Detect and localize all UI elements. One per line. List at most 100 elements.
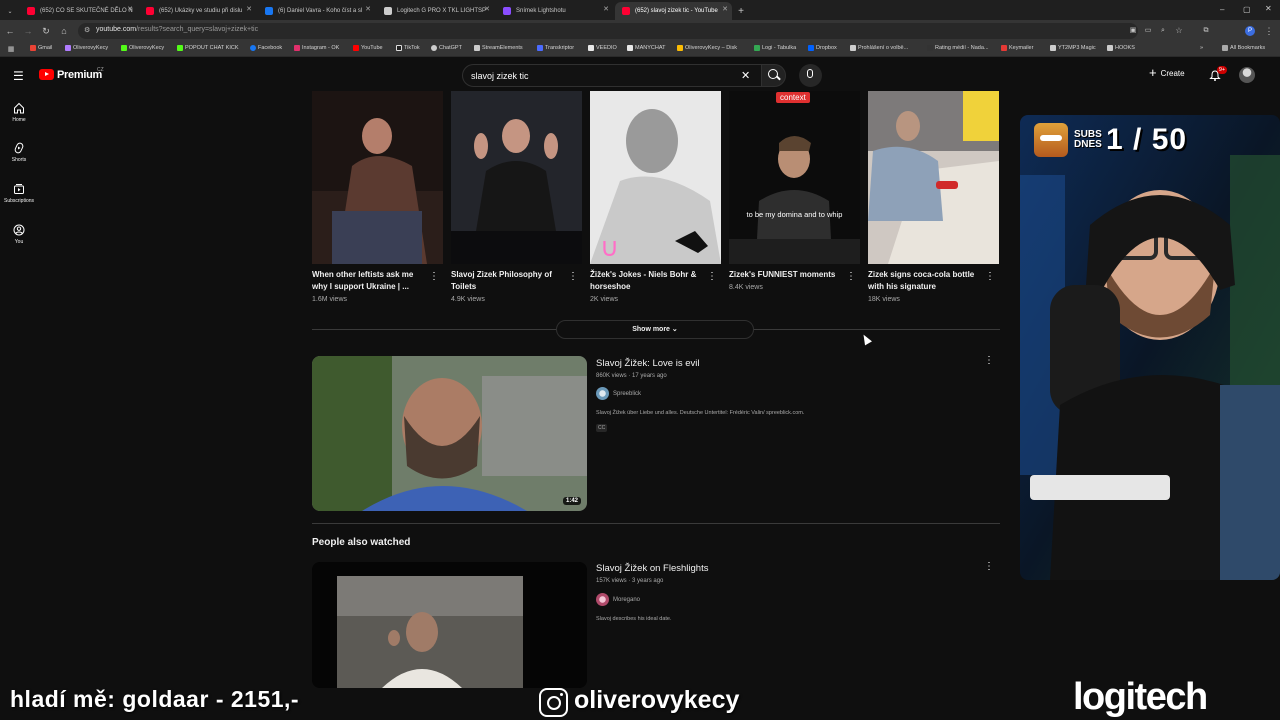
browser-tab-active[interactable]: (652) slavoj zizek tic - YouTube ✕: [615, 2, 732, 20]
maximize-icon[interactable]: ▢: [1243, 5, 1251, 14]
microphone-icon[interactable]: [807, 69, 813, 78]
more-options-icon[interactable]: ⋮: [846, 272, 856, 282]
home-button-icon[interactable]: ⌂: [58, 25, 70, 37]
short-thumbnail[interactable]: [451, 91, 582, 264]
extension-icon[interactable]: ▣: [1127, 25, 1139, 37]
bookmark-item[interactable]: Gmail: [30, 45, 52, 51]
bookmark-item[interactable]: TikTok: [396, 45, 420, 51]
menu-icon[interactable]: ☰: [13, 70, 24, 82]
zoom-icon[interactable]: ⌕: [1157, 25, 1169, 37]
bookmark-item[interactable]: OliverovyKecy – Disk: [677, 45, 737, 51]
short-title[interactable]: Zizek signs coca-cola bottle with his si…: [868, 269, 980, 293]
short-thumbnail[interactable]: [312, 91, 443, 264]
close-tab-icon[interactable]: ✕: [127, 5, 133, 13]
more-options-icon[interactable]: ⋮: [707, 272, 717, 282]
browser-menu-icon[interactable]: ⋮: [1263, 25, 1275, 37]
more-options-icon[interactable]: ⋮: [429, 272, 439, 282]
guide-subscriptions[interactable]: Subscriptions: [0, 183, 38, 204]
account-avatar[interactable]: [1239, 67, 1255, 83]
url-text[interactable]: youtube.com/results?search_query=slavoj+…: [96, 26, 258, 33]
guide-shorts[interactable]: Shorts: [0, 142, 38, 163]
browser-tab[interactable]: Snímek Lightshotu ✕: [496, 2, 613, 20]
bookmark-item[interactable]: Rating médií - Nada...: [927, 45, 989, 51]
guide-you[interactable]: You: [0, 224, 38, 245]
bookmark-item[interactable]: Keymailer: [1001, 45, 1033, 51]
forward-icon[interactable]: →: [22, 25, 34, 37]
bookmark-item[interactable]: ChatGPT: [431, 45, 462, 51]
channel-avatar[interactable]: [596, 593, 609, 606]
short-thumbnail[interactable]: [868, 91, 999, 264]
cast-icon[interactable]: ▭: [1142, 25, 1154, 37]
bookmark-item[interactable]: YT2MP3 Magic: [1050, 45, 1096, 51]
bookmark-item[interactable]: MANYCHAT: [627, 45, 665, 51]
browser-tab[interactable]: (652) Ukázky ve studiu při dislu ✕: [139, 2, 256, 20]
channel-name[interactable]: Moregano: [613, 597, 640, 603]
profile-icon[interactable]: P: [1245, 26, 1255, 36]
close-tab-icon[interactable]: ✕: [484, 5, 490, 13]
close-window-icon[interactable]: ✕: [1265, 4, 1272, 13]
short-title[interactable]: Žižek's Jokes - Niels Bohr & horseshoe: [590, 269, 702, 293]
more-options-icon[interactable]: ⋮: [568, 272, 578, 282]
bookmark-item[interactable]: HOOKS: [1107, 45, 1135, 51]
close-tab-icon[interactable]: ✕: [246, 5, 252, 13]
video-title[interactable]: Slavoj Žižek: Love is evil: [596, 358, 699, 369]
video-thumbnail[interactable]: 1:42: [312, 356, 587, 511]
bookmark-item[interactable]: OliverovyKecy: [65, 45, 108, 51]
reload-icon[interactable]: ↻: [40, 25, 52, 37]
search-query[interactable]: slavoj zizek tic: [471, 71, 529, 81]
bookmark-item[interactable]: Transkriptor: [537, 45, 574, 51]
search-icon[interactable]: [768, 69, 778, 79]
channel-avatar[interactable]: [596, 387, 609, 400]
more-options-icon[interactable]: ⋮: [984, 356, 994, 366]
short-title[interactable]: Zizek's FUNNIEST moments: [729, 269, 841, 281]
minimize-icon[interactable]: –: [1220, 5, 1224, 14]
svg-text:∪: ∪: [600, 233, 619, 263]
bookmark-item[interactable]: Facebook: [250, 45, 282, 51]
site-info-icon[interactable]: ⚙: [84, 26, 90, 34]
bookmark-item[interactable]: VEEDIO: [588, 45, 617, 51]
bookmark-item[interactable]: Prohlášení o volbě...: [850, 45, 908, 51]
close-tab-icon[interactable]: ✕: [722, 5, 728, 13]
bookmark-item[interactable]: Dropbox: [808, 45, 837, 51]
keymailer-icon: [1001, 45, 1007, 51]
browser-tab[interactable]: Logitech G PRO X TKL LIGHTSP ✕: [377, 2, 494, 20]
short-views: 18K views: [868, 296, 900, 303]
back-icon[interactable]: ←: [4, 25, 16, 37]
all-bookmarks-button[interactable]: All Bookmarks: [1222, 45, 1265, 51]
browser-tab[interactable]: (652) CO SE SKUTEČNÉ DĚLO N ✕: [20, 2, 137, 20]
country-code: CZ: [97, 67, 104, 73]
clear-search-icon[interactable]: ✕: [741, 69, 750, 82]
bookmark-item[interactable]: OliverovyKecy: [121, 45, 164, 51]
youtube-logo-icon[interactable]: [39, 69, 54, 80]
plus-icon: +: [1149, 65, 1157, 80]
bookmark-star-icon[interactable]: ☆: [1173, 25, 1185, 37]
browser-tab[interactable]: (6) Daniel Vavra - Koho číst a sl ✕: [258, 2, 375, 20]
show-more-button[interactable]: Show more ⌄: [556, 320, 754, 339]
channel-name[interactable]: Spreeblick: [613, 391, 641, 397]
tab-list-button[interactable]: ⌄: [2, 2, 18, 20]
short-title[interactable]: When other leftists ask me why I support…: [312, 269, 424, 293]
video-duration: 1:42: [562, 497, 581, 505]
short-thumbnail[interactable]: ∪: [590, 91, 721, 264]
video-thumbnail[interactable]: [312, 562, 587, 688]
bookmark-item[interactable]: POPOUT CHAT KICK: [177, 45, 238, 51]
new-tab-button[interactable]: +: [734, 2, 748, 20]
more-options-icon[interactable]: ⋮: [984, 562, 994, 572]
short-title[interactable]: Slavoj Zizek Philosophy of Toilets: [451, 269, 563, 293]
youtube-brand[interactable]: Premium: [57, 69, 102, 81]
more-options-icon[interactable]: ⋮: [985, 272, 995, 282]
video-title[interactable]: Slavoj Žižek on Fleshlights: [596, 563, 708, 574]
short-thumbnail[interactable]: context to be my domina and to whip: [729, 91, 860, 264]
apps-grid-icon[interactable]: ▦: [5, 44, 17, 56]
bookmark-item[interactable]: YouTube: [353, 45, 383, 51]
create-button[interactable]: + Create: [1149, 65, 1185, 80]
guide-home[interactable]: Home: [0, 102, 38, 123]
extensions-puzzle-icon[interactable]: ⧉: [1200, 25, 1212, 37]
home-icon: [14, 102, 24, 114]
close-tab-icon[interactable]: ✕: [365, 5, 371, 13]
bookmarks-overflow-icon[interactable]: »: [1200, 45, 1203, 51]
close-tab-icon[interactable]: ✕: [603, 5, 609, 13]
bookmark-item[interactable]: Instagram - OK: [294, 45, 339, 51]
bookmark-item[interactable]: StreamElements: [474, 45, 523, 51]
bookmark-item[interactable]: Logi - Tabulka: [754, 45, 796, 51]
